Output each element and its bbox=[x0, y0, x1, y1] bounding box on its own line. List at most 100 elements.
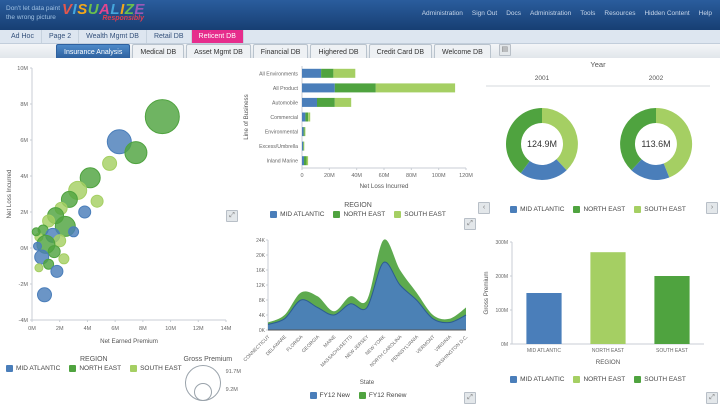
nav-link[interactable]: Tools bbox=[580, 10, 595, 17]
panel-gross-premium-bars: 0M100M200M300MMID ATLANTICNORTH EASTSOUT… bbox=[478, 234, 718, 404]
bubble-point[interactable] bbox=[59, 254, 69, 264]
year-column-label: 2002 bbox=[649, 75, 664, 82]
report-tab[interactable]: Medical DB bbox=[132, 44, 184, 58]
bar-segment[interactable] bbox=[308, 113, 310, 122]
bar-segment[interactable] bbox=[307, 156, 309, 165]
bar-segment[interactable] bbox=[333, 69, 355, 78]
legend-item[interactable]: FY12 New bbox=[310, 392, 350, 399]
nav-link[interactable]: Sign Out bbox=[472, 10, 497, 17]
bar-segment[interactable] bbox=[305, 127, 306, 136]
bubble-point[interactable] bbox=[145, 100, 179, 134]
nav-link[interactable]: Resources bbox=[604, 10, 635, 17]
breadcrumb-tab[interactable]: Ad Hoc bbox=[4, 30, 42, 43]
legend-label: MID ATLANTIC bbox=[520, 376, 564, 383]
bar-segment[interactable] bbox=[302, 98, 317, 107]
bar-segment[interactable] bbox=[303, 142, 304, 151]
category-label: Commercial bbox=[270, 115, 298, 121]
tick-label: 24K bbox=[256, 238, 266, 244]
bar-segment[interactable] bbox=[321, 69, 333, 78]
category-label: Inland Marine bbox=[267, 159, 299, 165]
nav-link[interactable]: Help bbox=[699, 10, 712, 17]
panel-resize-icon[interactable]: ⤢ bbox=[226, 210, 238, 222]
legend-item[interactable]: NORTH EAST bbox=[573, 376, 625, 383]
legend-item[interactable]: NORTH EAST bbox=[69, 365, 121, 372]
legend-item[interactable]: MID ATLANTIC bbox=[510, 376, 564, 383]
bubble-point[interactable] bbox=[34, 242, 42, 250]
bar-segment[interactable] bbox=[317, 98, 335, 107]
tick-label: 2M bbox=[56, 326, 64, 332]
legend-item[interactable]: NORTH EAST bbox=[573, 206, 625, 213]
bubble-point[interactable] bbox=[54, 235, 66, 247]
bar-segment[interactable] bbox=[304, 156, 307, 165]
nav-link[interactable]: Hidden Content bbox=[644, 10, 689, 17]
y-axis-label: Net Loss Incurred bbox=[6, 169, 13, 218]
state-label: CONNECTICUT bbox=[242, 334, 271, 363]
report-tab-row: Insurance AnalysisMedical DBAsset Mgmt D… bbox=[0, 44, 720, 59]
bubble-point[interactable] bbox=[69, 227, 79, 237]
tick-label: 8M bbox=[139, 326, 147, 332]
logo-letter: V bbox=[62, 1, 73, 18]
report-tab[interactable]: Financial DB bbox=[253, 44, 309, 58]
legend-item[interactable]: MID ATLANTIC bbox=[6, 365, 60, 372]
expand-panel-icon[interactable]: ⤢ bbox=[464, 392, 476, 404]
report-tab[interactable]: Asset Mgmt DB bbox=[186, 44, 251, 58]
legend-swatch bbox=[510, 206, 517, 213]
bubble-point[interactable] bbox=[91, 195, 103, 207]
bar-segment[interactable] bbox=[305, 113, 308, 122]
nav-link[interactable]: Administration bbox=[530, 10, 571, 17]
area-chart-svg: 0K4K8K12K16K20K24KCONNECTICUTDELAWAREFLO… bbox=[240, 232, 476, 390]
bar-segment[interactable] bbox=[376, 83, 455, 92]
bar-segment[interactable] bbox=[304, 142, 305, 151]
nav-link[interactable]: Administration bbox=[422, 10, 463, 17]
bar-segment[interactable] bbox=[302, 156, 304, 165]
bubble-point[interactable] bbox=[32, 228, 40, 236]
bar-segment[interactable] bbox=[302, 127, 304, 136]
size-legend-ring-label: 9.2M bbox=[226, 387, 238, 393]
breadcrumb-tab[interactable]: Wealth Mgmt DB bbox=[79, 30, 147, 43]
bubble-point[interactable] bbox=[35, 264, 43, 272]
legend-item[interactable]: MID ATLANTIC bbox=[270, 211, 324, 218]
tick-label: 120M bbox=[459, 173, 473, 179]
bar[interactable] bbox=[654, 276, 689, 344]
expand-panel-icon[interactable]: ⤢ bbox=[706, 392, 718, 404]
bar-segment[interactable] bbox=[302, 142, 303, 151]
legend-label: SOUTH EAST bbox=[140, 365, 182, 372]
breadcrumb-tab[interactable]: Reticent DB bbox=[192, 30, 244, 43]
scroll-left-icon[interactable]: ‹ bbox=[478, 202, 490, 214]
nav-link[interactable]: Docs bbox=[506, 10, 521, 17]
bubble-legend-area: REGION MID ATLANTICNORTH EASTSOUTH EAST … bbox=[2, 354, 238, 401]
legend-item[interactable]: SOUTH EAST bbox=[394, 211, 446, 218]
bar-segment[interactable] bbox=[302, 83, 335, 92]
bar-segment[interactable] bbox=[302, 113, 305, 122]
bubble-point[interactable] bbox=[51, 265, 63, 277]
tick-label: 0K bbox=[259, 328, 266, 334]
bar-segment[interactable] bbox=[304, 127, 305, 136]
bubble-point[interactable] bbox=[79, 206, 91, 218]
bar-segment[interactable] bbox=[335, 98, 351, 107]
tick-label: 16K bbox=[256, 268, 266, 274]
tab-menu-icon[interactable]: ▤ bbox=[499, 44, 511, 56]
report-tab[interactable]: Highered DB bbox=[310, 44, 366, 58]
bar[interactable] bbox=[526, 293, 561, 344]
breadcrumb-tab[interactable]: Page 2 bbox=[42, 30, 79, 43]
bubble-point[interactable] bbox=[125, 142, 147, 164]
breadcrumb-tab[interactable]: Retail DB bbox=[147, 30, 192, 43]
tick-label: 60M bbox=[379, 173, 390, 179]
bubble-point[interactable] bbox=[103, 156, 117, 170]
legend-item[interactable]: SOUTH EAST bbox=[130, 365, 182, 372]
report-tab[interactable]: Insurance Analysis bbox=[56, 44, 130, 58]
legend-item[interactable]: NORTH EAST bbox=[333, 211, 385, 218]
legend-item[interactable]: SOUTH EAST bbox=[634, 376, 686, 383]
bar[interactable] bbox=[590, 252, 625, 344]
bar-segment[interactable] bbox=[335, 83, 376, 92]
expand-panel-icon[interactable]: ⤢ bbox=[464, 218, 476, 230]
bubble-point[interactable] bbox=[38, 288, 52, 302]
legend-item[interactable]: FY12 Renew bbox=[359, 392, 407, 399]
legend-item[interactable]: MID ATLANTIC bbox=[510, 206, 564, 213]
legend-item[interactable]: SOUTH EAST bbox=[634, 206, 686, 213]
bar-segment[interactable] bbox=[302, 69, 321, 78]
report-tab[interactable]: Welcome DB bbox=[434, 44, 491, 58]
scroll-right-icon[interactable]: › bbox=[706, 202, 718, 214]
report-tab[interactable]: Credit Card DB bbox=[369, 44, 432, 58]
bubble-point[interactable] bbox=[48, 246, 60, 258]
